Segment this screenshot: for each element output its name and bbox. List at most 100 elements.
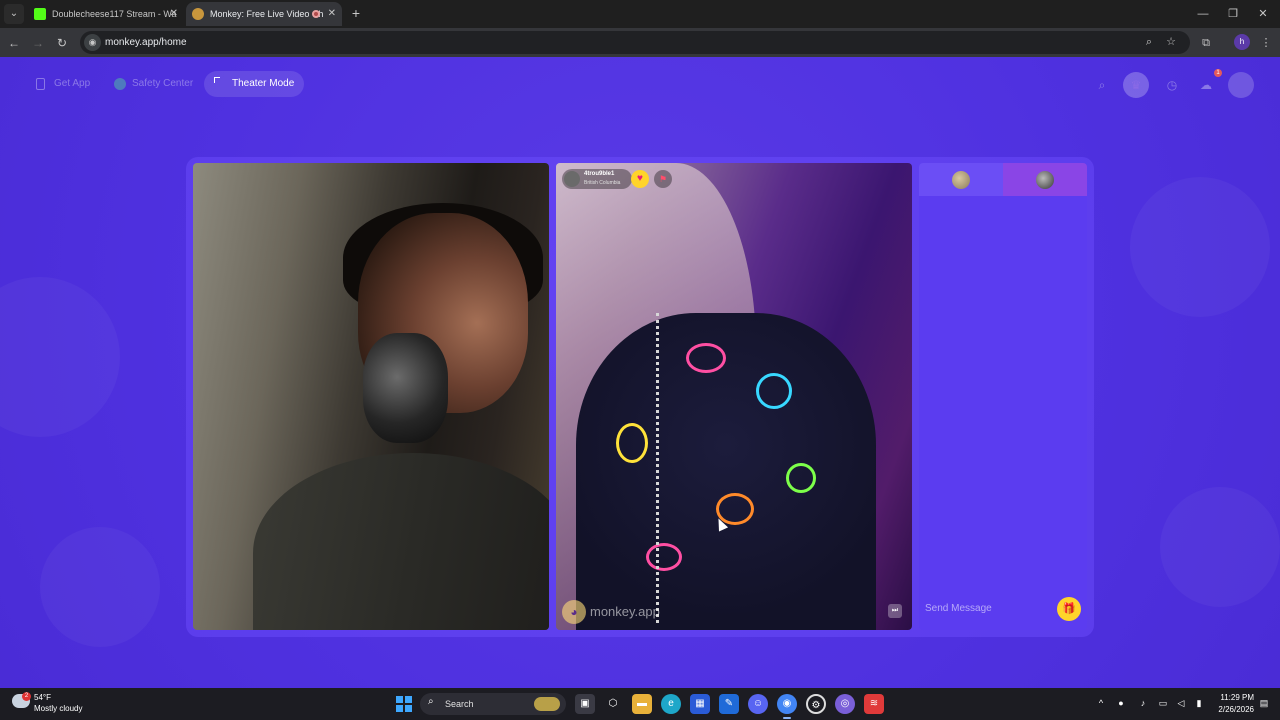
tab-search-button[interactable]: ⌄ — [4, 4, 24, 24]
neon-pattern — [756, 373, 792, 409]
app-icon-generic[interactable]: ⬡ — [603, 694, 623, 714]
browser-tab-strip: ⌄ Doublecheese117 Stream - Wa ✕ Monkey: … — [0, 0, 1280, 28]
app-icon-red[interactable]: ≋ — [864, 694, 884, 714]
remote-user-name: 4trou9ble1 — [584, 171, 615, 177]
theater-mode-button[interactable]: Theater Mode — [204, 71, 305, 97]
forward-button[interactable]: → — [28, 33, 48, 53]
safety-center-label: Safety Center — [132, 78, 194, 89]
phone-icon — [36, 78, 45, 90]
theater-mode-label: Theater Mode — [232, 78, 295, 89]
reload-button[interactable]: ↻ — [52, 33, 72, 53]
restore-window-button[interactable]: ❐ — [1218, 4, 1248, 24]
gift-icon[interactable]: 🎁 — [1057, 597, 1081, 621]
skip-icon[interactable]: ⏭ — [888, 604, 902, 618]
profile-avatar[interactable]: h — [1234, 34, 1250, 50]
minimize-window-button[interactable]: — — [1188, 4, 1218, 24]
search-highlight-icon — [534, 697, 560, 711]
get-app-button[interactable]: Get App — [26, 71, 100, 97]
site-info-icon[interactable]: ◉ — [84, 34, 101, 51]
chain-necklace — [656, 313, 672, 623]
edge-browser-icon[interactable]: e — [661, 694, 681, 714]
notification-bell-icon[interactable]: ▤ — [1258, 697, 1270, 709]
neon-pattern — [616, 423, 648, 463]
task-view-icon[interactable]: ▣ — [575, 694, 595, 714]
watermark-text: monkey.app — [590, 604, 660, 619]
expand-icon — [214, 77, 220, 83]
neon-pattern — [686, 343, 726, 373]
chat-tab-local[interactable] — [919, 163, 1003, 196]
safety-center-button[interactable]: Safety Center — [104, 71, 203, 97]
background-decoration — [1130, 177, 1270, 317]
local-person-body — [253, 453, 549, 630]
weather-badge: 2 — [22, 692, 31, 701]
search-icon[interactable]: ⌕ — [1089, 72, 1115, 98]
url-text: monkey.app/home — [105, 37, 187, 48]
monkey-favicon-icon — [192, 8, 204, 20]
tray-app-icon[interactable]: ● — [1114, 696, 1128, 710]
browser-tab-monkey[interactable]: Monkey: Free Live Video Ch ✕ — [186, 2, 342, 26]
browser-tab-stream[interactable]: Doublecheese117 Stream - Wa ✕ — [28, 2, 184, 26]
headphone-graphic — [363, 333, 448, 443]
taskbar-date[interactable]: 2/26/2026 — [1208, 705, 1254, 714]
chat-input-bar: 🎁 — [919, 590, 1087, 630]
address-bar[interactable]: ◉ monkey.app/home ⌕ ☆ — [80, 31, 1190, 54]
microsoft-store-icon[interactable]: ▦ — [690, 694, 710, 714]
remote-user-location: British Columbia — [584, 180, 621, 186]
bookmark-star-icon[interactable]: ☆ — [1162, 33, 1180, 51]
taskbar-search[interactable]: ⌕ Search — [420, 693, 566, 715]
shield-check-icon — [114, 78, 126, 90]
zoom-icon[interactable]: ⌕ — [1140, 33, 1158, 51]
report-flag-icon[interactable]: ⚑ — [654, 170, 672, 188]
back-button[interactable]: ← — [4, 33, 24, 53]
remote-user-avatar — [564, 171, 580, 187]
windows-taskbar: 2 54°F Mostly cloudy ⌕ Search ▣ ⬡ ▬ e ▦ … — [0, 688, 1280, 720]
file-explorer-icon[interactable]: ▬ — [632, 694, 652, 714]
local-user-avatar — [952, 171, 970, 189]
history-clock-icon[interactable]: ◷ — [1159, 72, 1185, 98]
microphone-icon[interactable]: ♪ — [1136, 696, 1150, 710]
app-icon-blue[interactable]: ✎ — [719, 694, 739, 714]
app-icon-purple[interactable]: ◎ — [835, 694, 855, 714]
monkey-watermark: ◕ monkey.app — [562, 600, 660, 624]
search-icon: ⌕ — [428, 696, 434, 707]
battery-icon[interactable]: ▮ — [1192, 696, 1206, 710]
local-video-feed — [193, 163, 549, 630]
chrome-icon[interactable]: ◉ — [777, 694, 797, 719]
video-chat-stage: 4trou9ble1 British Columbia ♥ ⚑ ◕ monkey… — [186, 157, 1094, 637]
get-app-label: Get App — [54, 78, 91, 89]
notification-badge: 1 — [1214, 69, 1222, 77]
chat-panel: 🎁 — [919, 163, 1087, 630]
chrome-menu-icon[interactable]: ⋮ — [1256, 33, 1276, 53]
close-tab-icon[interactable]: ✕ — [328, 2, 336, 26]
send-message-input[interactable] — [925, 598, 1045, 618]
monkey-app-page: Get App Safety Center Theater Mode ⌕ ♛ ◷… — [0, 57, 1280, 688]
weather-temp: 54°F — [34, 693, 51, 702]
close-window-button[interactable]: ✕ — [1248, 4, 1278, 24]
background-decoration — [1160, 487, 1280, 607]
remote-person-jacket — [576, 313, 876, 630]
background-decoration — [0, 277, 120, 437]
new-tab-button[interactable]: + — [346, 4, 366, 24]
remote-video-feed: 4trou9ble1 British Columbia ♥ ⚑ ◕ monkey… — [556, 163, 912, 630]
tab-title: Monkey: Free Live Video Ch — [210, 9, 324, 19]
user-avatar[interactable] — [1228, 72, 1254, 98]
app-icon-circle[interactable]: ⚙ — [806, 694, 826, 714]
windows-start-icon[interactable] — [396, 696, 412, 712]
discord-icon[interactable]: ☺ — [748, 694, 768, 714]
remote-user-avatar — [1036, 171, 1054, 189]
display-icon[interactable]: ▭ — [1156, 696, 1170, 710]
kick-favicon-icon — [34, 8, 46, 20]
close-tab-icon[interactable]: ✕ — [170, 2, 178, 26]
tray-overflow-icon[interactable]: ^ — [1094, 696, 1108, 710]
crown-icon[interactable]: ♛ — [1123, 72, 1149, 98]
remote-user-chip[interactable]: 4trou9ble1 British Columbia — [562, 169, 632, 189]
extensions-icon[interactable]: ⧉ — [1196, 33, 1216, 53]
background-decoration — [40, 527, 160, 647]
heart-icon[interactable]: ♥ — [631, 170, 649, 188]
taskbar-search-label: Search — [445, 699, 474, 709]
monkey-logo-icon: ◕ — [562, 600, 586, 624]
chat-tab-remote[interactable] — [1003, 163, 1087, 196]
weather-condition: Mostly cloudy — [34, 704, 83, 713]
taskbar-time[interactable]: 11:29 PM — [1214, 693, 1254, 702]
volume-icon[interactable]: ◁ — [1174, 696, 1188, 710]
